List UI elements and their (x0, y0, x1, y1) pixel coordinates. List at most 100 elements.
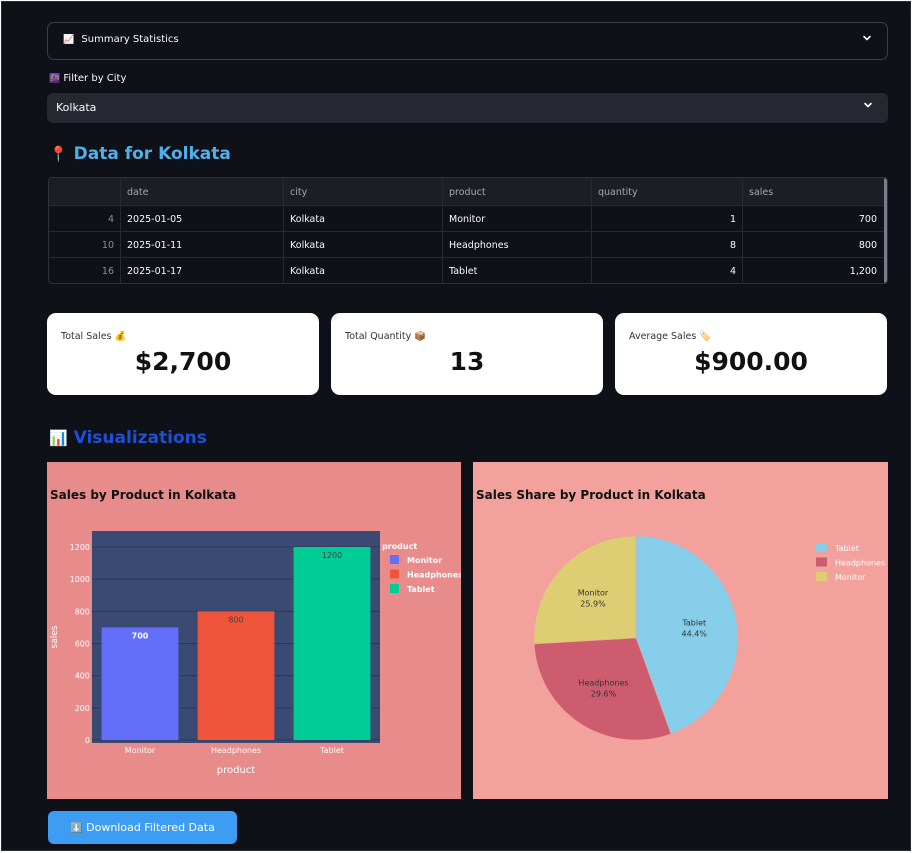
metric-card-total-sales: Total Sales 💰 $2,700 (47, 313, 319, 395)
filter-label: 🌆 Filter by City (49, 73, 126, 84)
y-tick-label: 200 (75, 704, 90, 713)
bar-chart-panel[interactable]: Sales by Product in Kolkata 0 200 400 600 80… (47, 462, 463, 799)
table-header-row: date city product quantity sales (49, 178, 887, 206)
bar-chart-svg[interactable]: 0 200 400 600 800 1000 1200 700 Monitor 800 Headph… (47, 462, 463, 799)
row-index: 4 (49, 206, 121, 231)
column-header-quantity[interactable]: quantity (592, 178, 743, 205)
legend-item-tablet: Tablet (407, 585, 435, 594)
expander-label-wrap: 📈 Summary Statistics (63, 34, 179, 45)
visualizations-title-text: Visualizations (73, 428, 207, 448)
column-header-date[interactable]: date (121, 178, 284, 205)
column-header-product[interactable]: product (443, 178, 592, 205)
x-tick-label: Headphones (211, 746, 261, 755)
cell-sales: 700 (858, 214, 877, 225)
metric-value: $2,700 (134, 347, 232, 376)
slice-label-percent: 25.9% (580, 599, 606, 608)
cell-sales: 800 (858, 240, 877, 251)
slice-label-percent: 44.4% (682, 630, 708, 639)
app-frame: 📈 Summary Statistics 🌆 Filter by City Ko… (1, 1, 911, 851)
pie-chart-title: Sales Share by Product in Kolkata (476, 488, 706, 502)
bar-data-label: 1200 (322, 551, 342, 560)
y-tick-label: 0 (85, 736, 90, 745)
column-header-city[interactable]: city (284, 178, 443, 205)
bar-chart-title: Sales by Product in Kolkata (50, 488, 237, 502)
bar-data-label: 700 (132, 631, 149, 640)
expander-label: Summary Statistics (81, 34, 179, 45)
cell-sales: 1,200 (849, 266, 877, 277)
metric-value: 13 (449, 347, 485, 376)
x-tick-label: Monitor (125, 746, 156, 755)
cityscape-icon: 🌆 (49, 74, 61, 84)
y-tick-label: 1000 (70, 575, 90, 584)
y-tick-label: 400 (75, 672, 90, 681)
summary-statistics-expander[interactable]: 📈 Summary Statistics (47, 22, 888, 60)
chevron-down-icon (861, 32, 873, 44)
metric-label: Total Sales 💰 (61, 331, 127, 342)
cell-product: Monitor (443, 206, 592, 231)
cell-quantity: 8 (592, 232, 743, 257)
metric-value: $900.00 (694, 347, 808, 376)
pie-chart-panel[interactable]: Sales Share by Product in Kolkata Tablet… (473, 462, 888, 799)
cell-date: 2025-01-05 (121, 206, 284, 231)
data-section-title: 📍 Data for Kolkata (49, 144, 231, 164)
table-scrollbar[interactable] (884, 178, 887, 283)
table-row[interactable]: 10 2025-01-11 Kolkata Headphones 8 800 (49, 232, 887, 258)
cell-city: Kolkata (284, 232, 443, 257)
row-index: 10 (49, 232, 121, 257)
bar-data-label: 800 (228, 615, 243, 624)
legend-swatch (390, 584, 399, 593)
city-select-value: Kolkata (56, 101, 97, 114)
bar-tablet (293, 547, 371, 740)
round-pushpin-icon: 📍 (49, 145, 68, 163)
cell-city: Kolkata (284, 206, 443, 231)
y-axis-title: sales (50, 625, 60, 648)
column-header-sales[interactable]: sales (743, 178, 883, 205)
legend-title: product (382, 542, 417, 551)
legend-swatch (390, 555, 399, 564)
legend-swatch (816, 557, 827, 567)
legend-swatch (816, 543, 827, 552)
slice-label-percent: 29.6% (591, 689, 617, 698)
pie-chart-svg[interactable]: Tablet 44.4% Headphones 29.6% Monitor 25.9% Ta… (473, 462, 888, 799)
slice-label-name: Tablet (681, 619, 706, 628)
bar-headphones (197, 611, 275, 740)
row-index: 16 (49, 258, 121, 283)
legend-swatch (816, 572, 827, 581)
download-button-label: Download Filtered Data (86, 821, 215, 834)
chart-increasing-icon: 📈 (63, 35, 75, 45)
legend-item-headphones: Headphones (835, 559, 885, 568)
cell-product: Headphones (443, 232, 592, 257)
data-table[interactable]: date city product quantity sales 4 2025-… (48, 177, 888, 284)
bar-chart-icon: 📊 (49, 429, 68, 447)
legend-swatch (390, 569, 399, 579)
legend-item-monitor: Monitor (407, 556, 442, 565)
metric-label: Average Sales 🏷️ (629, 331, 712, 342)
cell-quantity: 4 (592, 258, 743, 283)
legend-item-headphones: Headphones (407, 571, 461, 580)
download-arrow-icon: ⬇️ (70, 823, 83, 834)
data-section-title-text: Data for Kolkata (73, 144, 231, 164)
table-row[interactable]: 16 2025-01-17 Kolkata Tablet 4 1,200 (49, 258, 887, 283)
y-tick-label: 600 (75, 640, 90, 649)
table-row[interactable]: 4 2025-01-05 Kolkata Monitor 1 700 (49, 206, 887, 232)
column-header-index[interactable] (49, 178, 121, 205)
y-tick-label: 800 (75, 607, 90, 616)
slice-label-name: Headphones (578, 678, 628, 687)
cell-city: Kolkata (284, 258, 443, 283)
cell-date: 2025-01-11 (121, 232, 284, 257)
chevron-down-icon (862, 99, 874, 111)
metric-card-average-sales: Average Sales 🏷️ $900.00 (615, 313, 887, 395)
cell-quantity: 1 (592, 206, 743, 231)
metric-label: Total Quantity 📦 (345, 331, 427, 342)
filter-label-text: Filter by City (63, 73, 127, 84)
city-select[interactable]: Kolkata (47, 93, 888, 123)
download-filtered-data-button[interactable]: ⬇️ Download Filtered Data (48, 811, 237, 844)
legend-item-tablet: Tablet (834, 544, 859, 553)
cell-product: Tablet (443, 258, 592, 283)
x-axis-title: product (217, 765, 256, 776)
visualizations-title: 📊 Visualizations (49, 428, 207, 448)
y-tick-label: 1200 (70, 543, 90, 552)
metric-card-total-quantity: Total Quantity 📦 13 (331, 313, 603, 395)
x-tick-label: Tablet (319, 746, 344, 755)
cell-date: 2025-01-17 (121, 258, 284, 283)
